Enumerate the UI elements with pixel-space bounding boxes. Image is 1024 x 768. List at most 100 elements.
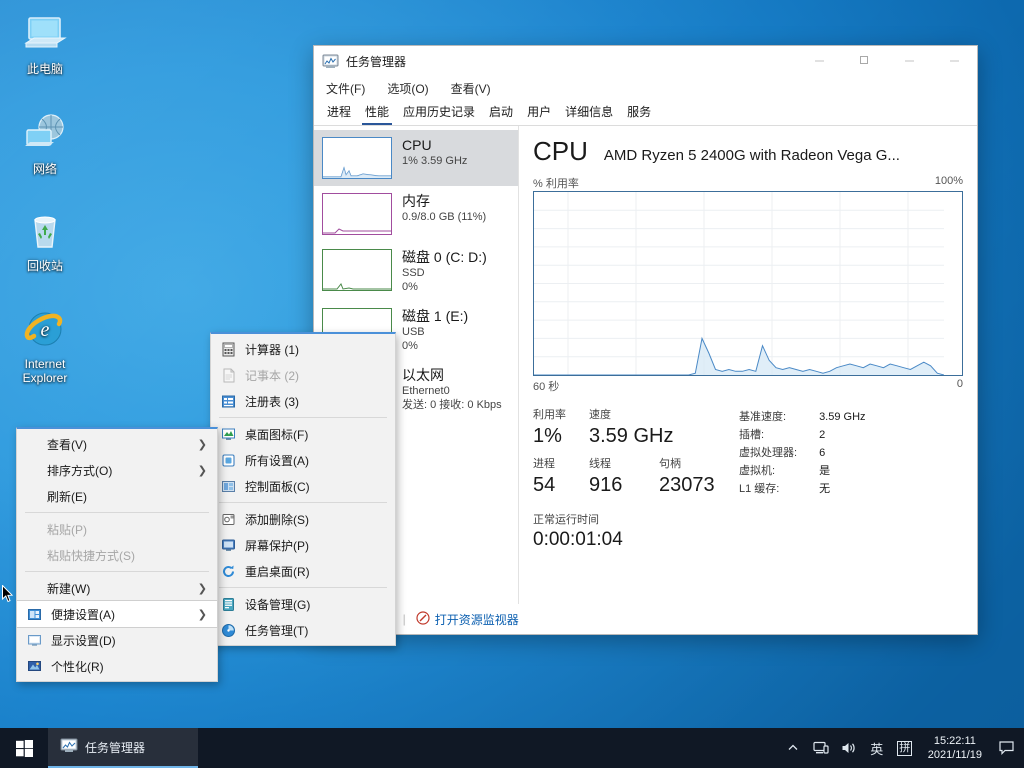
menu-item-all-settings[interactable]: 所有设置(A)	[211, 447, 395, 473]
ime-pinyin-icon[interactable]: 拼	[892, 728, 918, 768]
menu-item-calculator[interactable]: 计算器 (1)	[211, 336, 395, 362]
menu-item-label: 个性化(R)	[51, 658, 207, 675]
taskbar-app-task-manager[interactable]: 任务管理器	[48, 728, 198, 768]
menu-item-label: 桌面图标(F)	[245, 426, 385, 443]
perf-item-detail2: 发送: 0 接收: 0 Kbps	[402, 398, 502, 412]
menu-item-task-manager[interactable]: 任务管理(T)	[211, 617, 395, 643]
personalize-icon	[25, 658, 43, 674]
volume-icon[interactable]	[836, 728, 862, 768]
window-controls[interactable]	[797, 46, 977, 75]
menu-item-label: 屏幕保护(P)	[245, 537, 385, 554]
menu-item-add-remove[interactable]: 添加删除(S)	[211, 506, 395, 532]
minimize-button[interactable]	[797, 46, 842, 75]
perf-item-name: 内存	[402, 193, 486, 210]
cpu-detail-pane: CPU AMD Ryzen 5 2400G with Radeon Vega G…	[519, 126, 977, 604]
spec-row: 插槽: 2	[739, 426, 866, 444]
chevron-right-icon: ❯	[198, 582, 207, 595]
tab-processes[interactable]: 进程	[320, 100, 358, 125]
resource-monitor-icon	[416, 611, 430, 628]
menu-options[interactable]: 选项(O)	[383, 78, 432, 99]
task-manager-icon	[322, 53, 339, 70]
start-button[interactable]	[0, 728, 48, 768]
task-manager-window[interactable]: 任务管理器 文件(F) 选项(O) 查看(V) 进程 性能 应用历史记录 启动 …	[313, 45, 978, 635]
display-icon	[25, 632, 43, 648]
menu-file[interactable]: 文件(F)	[322, 78, 369, 99]
graph-y-max-label: 100%	[935, 175, 963, 191]
menu-item-registry[interactable]: 注册表 (3)	[211, 388, 395, 414]
menu-item-quick-settings[interactable]: 便捷设置(A) ❯	[17, 601, 217, 627]
menu-item-desktop-icons[interactable]: 桌面图标(F)	[211, 421, 395, 447]
show-hidden-icons-button[interactable]	[780, 728, 806, 768]
system-tray[interactable]: 英 拼 15:22:11 2021/11/19	[780, 728, 1024, 768]
restore-button[interactable]	[842, 46, 887, 75]
tab-app-history[interactable]: 应用历史记录	[396, 100, 482, 125]
cpu-graph-plot	[534, 192, 944, 375]
tab-users[interactable]: 用户	[520, 100, 558, 125]
this-pc-icon	[6, 10, 84, 58]
menu-bar[interactable]: 文件(F) 选项(O) 查看(V)	[314, 76, 977, 100]
tab-details[interactable]: 详细信息	[558, 100, 620, 125]
tab-startup[interactable]: 启动	[482, 100, 520, 125]
spec-value: 无	[819, 480, 865, 498]
menu-view[interactable]: 查看(V)	[447, 78, 495, 99]
menu-separator	[219, 417, 387, 418]
menu-item-sort-by[interactable]: 排序方式(O) ❯	[17, 457, 217, 483]
menu-item-screensaver[interactable]: 屏幕保护(P)	[211, 532, 395, 558]
cpu-thumbnail-graph	[322, 137, 392, 179]
desktop-icon-network[interactable]: 网络	[6, 110, 84, 176]
device-manager-icon	[219, 596, 237, 612]
window-footer[interactable]: 简略信息(D) | 打开资源监视器	[314, 604, 977, 634]
menu-item-restart-desktop[interactable]: 重启桌面(R)	[211, 558, 395, 584]
stat-utilization: 利用率 1%	[533, 408, 575, 449]
control-panel-icon	[219, 478, 237, 494]
tab-performance[interactable]: 性能	[358, 100, 396, 125]
desktop-icon-label: Internet Explorer	[6, 357, 84, 385]
taskbar-app-label: 任务管理器	[85, 739, 145, 756]
menu-item-refresh[interactable]: 刷新(E)	[17, 483, 217, 509]
ime-language-icon[interactable]: 英	[864, 728, 890, 768]
perf-item-disk-0[interactable]: 磁盘 0 (C: D:) SSD 0%	[314, 242, 518, 301]
menu-item-view[interactable]: 查看(V) ❯	[17, 431, 217, 457]
menu-item-label: 便捷设置(A)	[51, 606, 180, 623]
stat-value: 916	[589, 472, 645, 498]
close-button[interactable]	[932, 46, 977, 75]
memory-thumbnail-graph	[322, 193, 392, 235]
perf-item-memory[interactable]: 内存 0.9/8.0 GB (11%)	[314, 186, 518, 242]
open-resource-monitor-link[interactable]: 打开资源监视器	[416, 611, 519, 628]
desktop-icon-recycle-bin[interactable]: 回收站	[6, 207, 84, 273]
window-title-bar[interactable]: 任务管理器	[314, 46, 977, 76]
taskbar-clock[interactable]: 15:22:11 2021/11/19	[920, 734, 990, 762]
perf-item-detail: SSD	[402, 266, 487, 280]
menu-item-label: 记事本 (2)	[245, 367, 385, 384]
menu-item-new[interactable]: 新建(W) ❯	[17, 575, 217, 601]
desktop-icon-this-pc[interactable]: 此电脑	[6, 10, 84, 76]
svg-text:e: e	[41, 319, 50, 341]
notification-center-button[interactable]	[992, 728, 1020, 768]
menu-item-display-settings[interactable]: 显示设置(D)	[17, 627, 217, 653]
desktop-icon-label: 回收站	[6, 259, 84, 273]
task-manager-icon	[219, 622, 237, 638]
spec-value: 3.59 GHz	[819, 408, 865, 426]
tab-services[interactable]: 服务	[620, 100, 658, 125]
menu-item-label: 刷新(E)	[47, 488, 207, 505]
stat-label: 速度	[589, 408, 673, 423]
perf-item-detail: 1% 3.59 GHz	[402, 154, 467, 168]
menu-item-personalize[interactable]: 个性化(R)	[17, 653, 217, 679]
spec-value: 6	[819, 444, 865, 462]
desktop-icon-internet-explorer[interactable]: e Internet Explorer	[6, 305, 84, 385]
perf-item-cpu[interactable]: CPU 1% 3.59 GHz	[314, 130, 518, 186]
perf-item-name: 磁盘 1 (E:)	[402, 308, 468, 325]
tools-context-menu[interactable]: 计算器 (1) 记事本 (2) 注册表 (3) 桌面图标(F) 所有设置(A) …	[210, 332, 396, 646]
menu-item-device-manager[interactable]: 设备管理(G)	[211, 591, 395, 617]
perf-item-name: CPU	[402, 137, 467, 154]
menu-item-label: 计算器 (1)	[245, 341, 385, 358]
menu-item-control-panel[interactable]: 控制面板(C)	[211, 473, 395, 499]
maximize-button[interactable]	[887, 46, 932, 75]
tab-bar[interactable]: 进程 性能 应用历史记录 启动 用户 详细信息 服务	[314, 100, 977, 126]
network-icon[interactable]	[808, 728, 834, 768]
menu-item-notepad[interactable]: 记事本 (2)	[211, 362, 395, 388]
chevron-right-icon: ❯	[198, 438, 207, 451]
desktop-context-menu[interactable]: 查看(V) ❯ 排序方式(O) ❯ 刷新(E) 粘贴(P) 粘贴快捷方式(S) …	[16, 427, 218, 682]
menu-separator	[219, 502, 387, 503]
taskbar[interactable]: 任务管理器 英 拼 15:22:11 2021/11/19	[0, 728, 1024, 768]
